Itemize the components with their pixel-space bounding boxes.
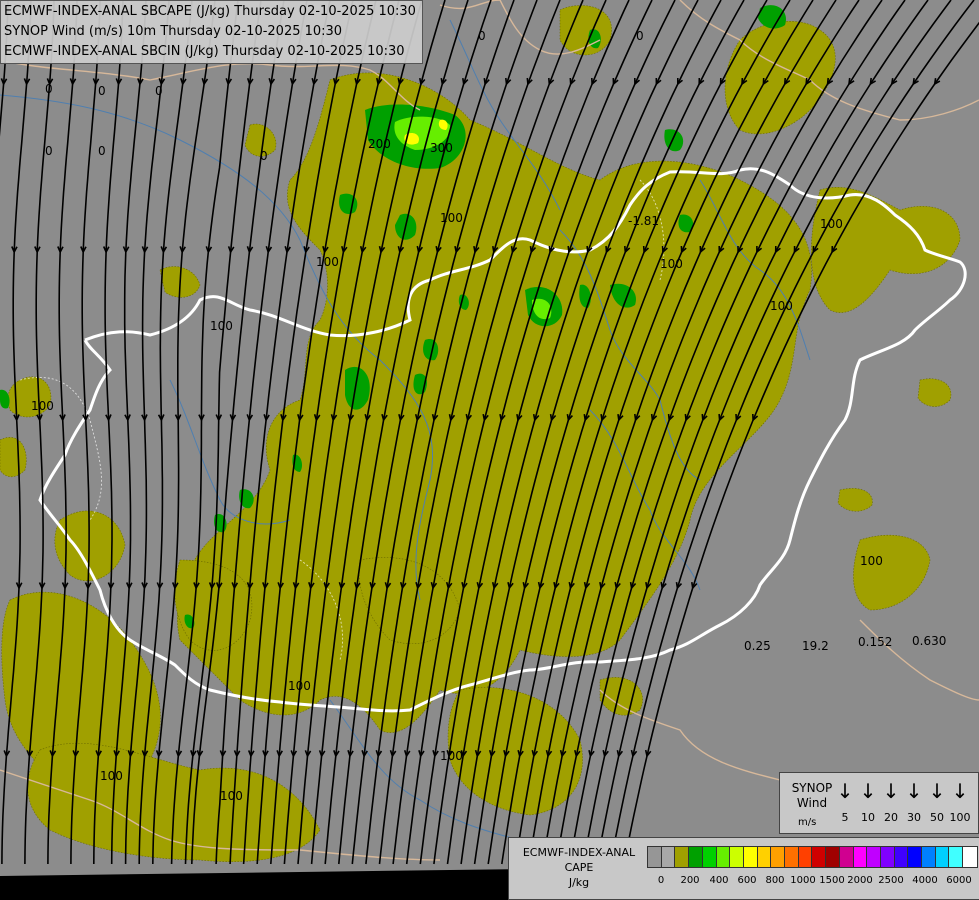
cin-label: 100 — [660, 257, 683, 271]
cin-label: 0.25 — [744, 639, 771, 653]
cin-label: 100 — [288, 679, 311, 693]
cin-label: 100 — [210, 319, 233, 333]
wind-arrow-icon: ↓ — [859, 779, 877, 803]
map-title-box: ECMWF-INDEX-ANAL SBCAPE (J/kg) Thursday … — [0, 0, 423, 64]
cape-legend-source: ECMWF-INDEX-ANAL — [522, 846, 636, 859]
wind-arrow-icon: ↓ — [951, 779, 969, 803]
wind-value: 50 — [930, 811, 944, 824]
cin-label: 100 — [440, 211, 463, 225]
cin-label: 0 — [155, 84, 163, 98]
cape-tick: 6000 — [946, 875, 972, 886]
cin-label: 100 — [31, 399, 54, 413]
cin-label: -1.81 — [628, 214, 659, 228]
cin-label: 0 — [98, 84, 106, 98]
cin-label: 100 — [440, 749, 463, 763]
cin-label: 0.152 — [858, 635, 892, 649]
cin-label: 100 — [820, 217, 843, 231]
cape-legend: ECMWF-INDEX-ANAL CAPE J/kg 0 200 400 600 800… — [508, 837, 979, 900]
cin-label: 0.630 — [912, 634, 946, 648]
wind-legend: SYNOP Wind m/s ↓ ↓ ↓ ↓ ↓ ↓ 5 10 20 30 50… — [779, 772, 979, 834]
cin-label: 0 — [260, 149, 268, 163]
wind-arrow-icon: ↓ — [928, 779, 946, 803]
title-cin: ECMWF-INDEX-ANAL SBCIN (J/kg) Thursday 0… — [4, 44, 405, 59]
cin-label: 100 — [770, 299, 793, 313]
wind-value: 100 — [949, 811, 971, 824]
cin-label: 100 — [860, 554, 883, 568]
wind-value: 20 — [884, 811, 898, 824]
cin-label: 0 — [45, 144, 53, 158]
wind-value: 5 — [841, 811, 849, 824]
title-wind: SYNOP Wind (m/s) 10m Thursday 02-10-2025… — [4, 24, 343, 39]
cin-label: 100 — [220, 789, 243, 803]
cape-legend-label: ECMWF-INDEX-ANAL CAPE J/kg — [513, 845, 645, 890]
cin-label: 0 — [98, 144, 106, 158]
title-cape: ECMWF-INDEX-ANAL SBCAPE (J/kg) Thursday … — [4, 4, 416, 19]
wind-value: 10 — [861, 811, 875, 824]
cape-legend-field: CAPE — [564, 861, 594, 874]
cin-label: 0 — [478, 29, 486, 43]
cin-label: 200 — [368, 137, 391, 151]
cin-label: 0 — [636, 29, 644, 43]
cin-label: 0 — [45, 82, 53, 96]
wind-arrow-icon: ↓ — [836, 779, 854, 803]
cin-label: 100 — [100, 769, 123, 783]
cin-label: 300 — [430, 141, 453, 155]
wind-arrow-icon: ↓ — [905, 779, 923, 803]
wind-value: 30 — [907, 811, 921, 824]
weather-map: 0 000 0 00 0200 300100100100100100100-1.81100… — [0, 0, 979, 900]
cin-label: 100 — [316, 255, 339, 269]
wind-arrow-icon: ↓ — [882, 779, 900, 803]
cin-label: 19.2 — [802, 639, 829, 653]
wind-legend-unit: m/s — [798, 817, 817, 828]
cape-legend-unit: J/kg — [568, 876, 590, 889]
cape-swatch — [962, 846, 979, 868]
